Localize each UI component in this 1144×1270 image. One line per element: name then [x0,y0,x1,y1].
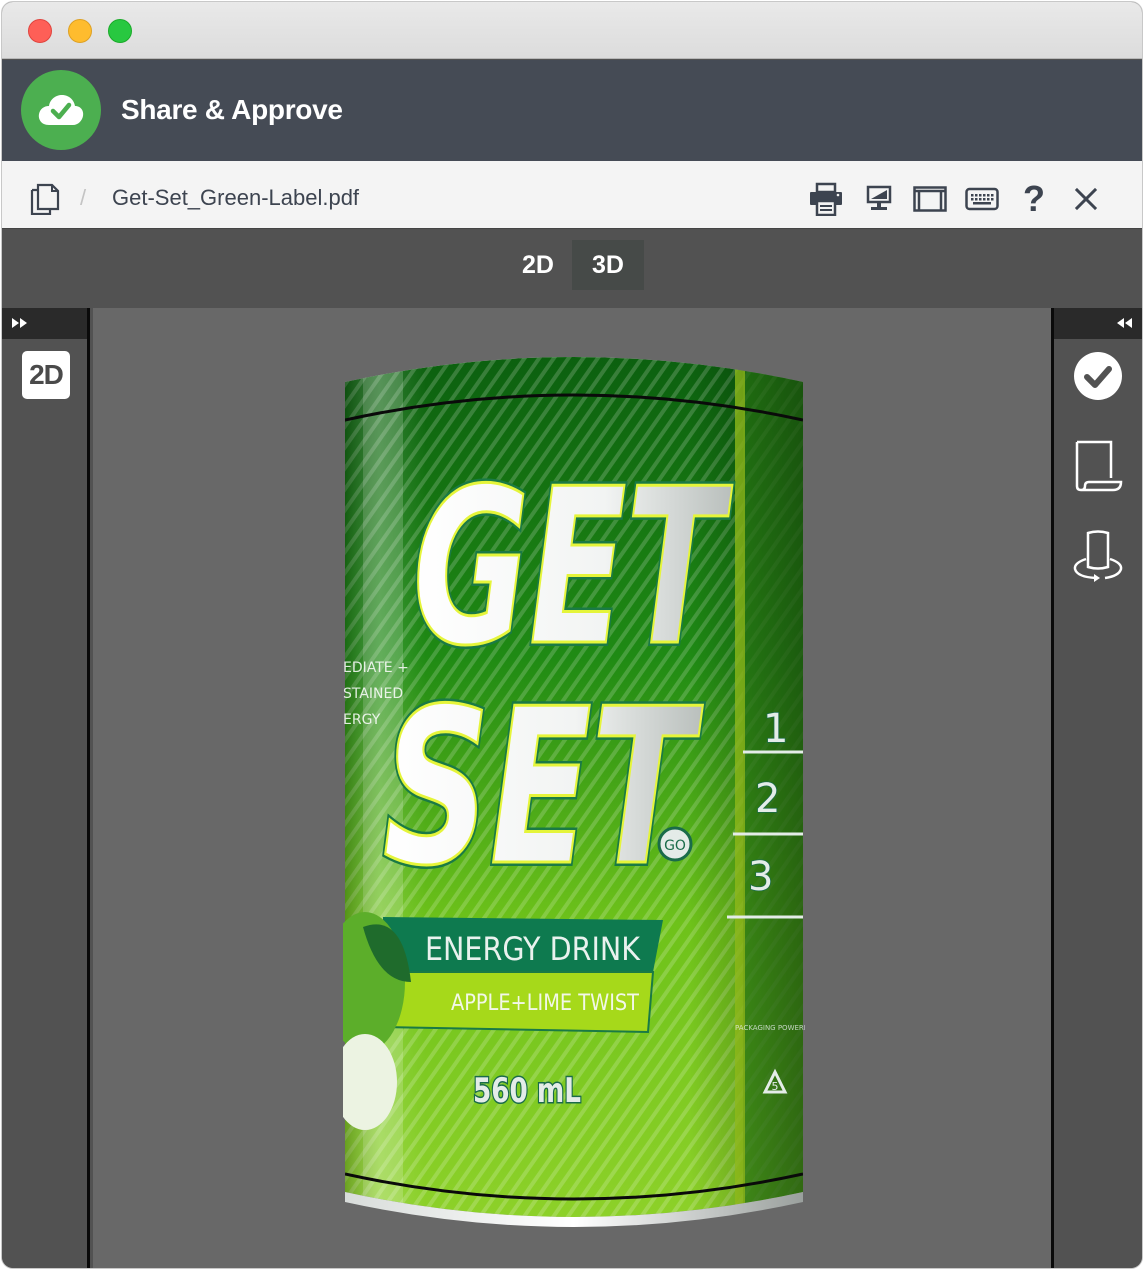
product-type: ENERGY DRINK [425,930,641,968]
view-mode-2d-tab[interactable]: 2D [502,240,574,290]
left-sidebar: 2D [2,308,90,1268]
rewind-icon[interactable] [1115,316,1133,330]
monitor-icon [866,185,892,210]
view-mode-3d-tab[interactable]: 3D [572,240,644,290]
app-title: Share & Approve [121,94,343,125]
volume-label: 560 mL [473,1071,581,1111]
window-maximize-button[interactable] [108,19,132,43]
svg-text:2: 2 [755,776,780,822]
breadcrumb-filename: Get-Set_Green-Label.pdf [112,185,360,210]
app-header: Share & Approve [2,60,1142,161]
cloud-check-icon [38,95,84,125]
brand-logo: GET GET SET SET GO [379,438,736,917]
close-icon [1074,187,1098,211]
app-logo [21,70,101,150]
present-button[interactable] [861,181,897,217]
printer-icon [810,182,842,216]
brand-get-outline: GET [413,442,732,693]
brand-set-outline: SET [383,662,703,913]
svg-text:5: 5 [772,1080,779,1093]
product-banner: ENERGY DRINK APPLE+LIME TWIST [382,917,663,1034]
toolbar: / Get-Set_Green-Label.pdf ? [2,161,1142,229]
app-window: Share & Approve / Get-Set_Green-Label.pd… [1,1,1143,1269]
go-badge: GO [664,838,686,854]
2d-view-badge[interactable]: 2D [22,351,70,399]
keyboard-shortcuts-button[interactable] [964,181,1000,217]
question-icon: ? [1023,178,1045,219]
svg-text:ERGY: ERGY [343,712,381,728]
title-bar [2,2,1142,59]
svg-text:3: 3 [748,854,773,900]
view-mode-bar: 2D 3D [2,230,1142,308]
close-viewer-button[interactable] [1068,181,1104,217]
documents-icon[interactable] [28,181,62,215]
product-flavor: APPLE+LIME TWIST [451,991,639,1016]
fast-forward-icon[interactable] [11,316,29,330]
rotate-cylinder-icon [1073,530,1123,582]
scroll-page-icon [1075,440,1123,492]
svg-text:1: 1 [763,706,788,752]
3d-viewer-canvas[interactable]: EDIATE + STAINED ERGY GET GET SET SET GO… [93,308,1051,1268]
right-sidebar [1051,308,1142,1268]
left-sidebar-header [2,308,87,339]
approve-button[interactable] [1072,350,1124,402]
breadcrumb-separator: / [80,185,87,210]
window-minimize-button[interactable] [68,19,92,43]
window-close-button[interactable] [28,19,52,43]
keyboard-icon [965,187,999,211]
packaging-note: PACKAGING POWERED BY [735,1024,805,1032]
check-circle-icon [1074,352,1122,400]
right-sidebar-header [1054,308,1142,339]
label-shape-button[interactable] [1072,440,1124,492]
product-can-3d-render[interactable]: EDIATE + STAINED ERGY GET GET SET SET GO… [343,342,805,1238]
rotate-3d-button[interactable] [1072,530,1124,582]
help-button[interactable]: ? [1016,178,1052,219]
layout-button[interactable] [912,181,948,217]
panel-layout-icon [913,186,947,212]
print-button[interactable] [808,181,844,217]
